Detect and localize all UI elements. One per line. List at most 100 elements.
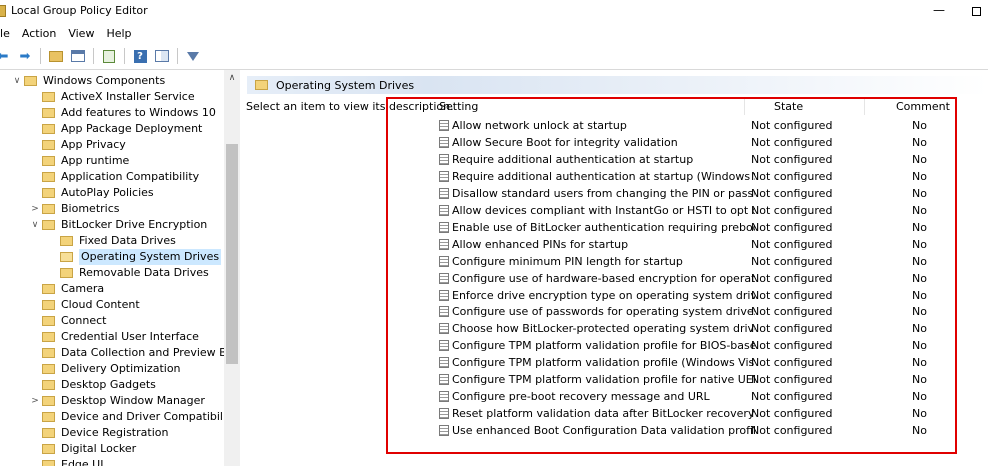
tree-item[interactable]: > Desktop Window Manager	[28, 393, 205, 409]
folder-icon	[42, 124, 55, 134]
tree-item[interactable]: Device Registration	[28, 425, 168, 441]
maximize-button[interactable]	[964, 0, 988, 22]
policy-row[interactable]: Require additional authentication at sta…	[434, 151, 988, 168]
policy-comment: No	[912, 271, 927, 285]
tree-item[interactable]: Edge UI	[28, 457, 103, 466]
tree-item[interactable]: App runtime	[28, 153, 129, 169]
folder-icon	[42, 188, 55, 198]
details-header-title: Operating System Drives	[276, 78, 415, 92]
back-arrow-icon[interactable]: ⬅	[0, 47, 12, 65]
tree-item-label: Delivery Optimization	[61, 362, 181, 375]
policy-setting-icon	[439, 120, 449, 131]
folder-icon	[60, 236, 73, 246]
policy-state: Not configured	[751, 322, 833, 336]
column-separator[interactable]	[864, 99, 865, 115]
policy-row[interactable]: Allow network unlock at startup Not confi…	[434, 117, 988, 134]
tree-item[interactable]: AutoPlay Policies	[28, 185, 154, 201]
policy-row[interactable]: Configure TPM platform validation profil…	[434, 337, 988, 354]
policy-setting-name: Configure use of hardware-based encrypti…	[452, 271, 755, 285]
tree-item[interactable]: ∨ BitLocker Drive Encryption	[28, 217, 208, 233]
tree-item[interactable]: Connect	[28, 313, 106, 329]
show-hide-tree-icon[interactable]	[69, 47, 87, 65]
tree-item[interactable]: Operating System Drives	[46, 249, 222, 265]
tree-item[interactable]: Credential User Interface	[28, 329, 199, 345]
tree-item[interactable]: Cloud Content	[28, 297, 140, 313]
policy-row[interactable]: Allow devices compliant with InstantGo o…	[434, 202, 988, 219]
column-setting[interactable]: Setting	[439, 100, 478, 113]
navigation-tree[interactable]: ∨ Windows Components ActiveX Installer Ser…	[0, 70, 240, 466]
policy-row[interactable]: Enforce drive encryption type on operati…	[434, 287, 988, 304]
tree-item-label: Cloud Content	[61, 298, 140, 311]
column-comment[interactable]: Comment	[896, 100, 950, 113]
properties-icon[interactable]	[153, 47, 171, 65]
scroll-up-button[interactable]: ∧	[224, 70, 240, 86]
tree-item[interactable]: Camera	[28, 281, 104, 297]
filter-icon[interactable]	[184, 47, 202, 65]
tree-item-label: App Privacy	[61, 138, 126, 151]
policy-setting-name: Configure pre-boot recovery message and …	[452, 390, 710, 404]
policy-row[interactable]: Use enhanced Boot Configuration Data val…	[434, 422, 988, 439]
expander-chevron-icon[interactable]: >	[28, 204, 42, 214]
tree-item[interactable]: > Biometrics	[28, 201, 119, 217]
tree-item-label: Application Compatibility	[61, 170, 200, 183]
tree-item[interactable]: Delivery Optimization	[28, 361, 181, 377]
policy-row[interactable]: Configure use of passwords for operating…	[434, 303, 988, 320]
tree-item-label: Credential User Interface	[61, 330, 199, 343]
tree-item[interactable]: ActiveX Installer Service	[28, 89, 195, 105]
tree-item[interactable]: Digital Locker	[28, 441, 136, 457]
menu-file[interactable]: ile	[0, 24, 16, 44]
policy-row[interactable]: Configure use of hardware-based encrypti…	[434, 270, 988, 287]
export-list-icon[interactable]	[100, 47, 118, 65]
tree-item[interactable]: ∨ Windows Components	[10, 73, 166, 89]
minimize-button[interactable]: —	[928, 0, 950, 22]
folder-icon	[60, 268, 73, 278]
tree-item[interactable]: Add features to Windows 10	[28, 105, 216, 121]
policy-row[interactable]: Enable use of BitLocker authentication r…	[434, 219, 988, 236]
tree-item[interactable]: App Privacy	[28, 137, 126, 153]
policy-row[interactable]: Disallow standard users from changing th…	[434, 185, 988, 202]
policy-row[interactable]: Configure minimum PIN length for startup…	[434, 253, 988, 270]
column-state[interactable]: State	[774, 100, 803, 113]
policy-comment: No	[912, 407, 927, 421]
policy-row[interactable]: Configure pre-boot recovery message and …	[434, 388, 988, 405]
policy-row[interactable]: Allow Secure Boot for integrity validati…	[434, 134, 988, 151]
tree-item[interactable]: Removable Data Drives	[46, 265, 209, 281]
policy-state: Not configured	[751, 135, 833, 149]
folder-icon	[42, 204, 55, 214]
folder-icon	[42, 172, 55, 182]
forward-arrow-icon[interactable]: ➡	[16, 47, 34, 65]
tree-item-label: Add features to Windows 10	[61, 106, 216, 119]
policy-comment: No	[912, 237, 927, 251]
policy-setting-icon	[439, 357, 449, 369]
policy-row[interactable]: Choose how BitLocker-protected operating…	[434, 320, 988, 337]
policy-row[interactable]: Require additional authentication at sta…	[434, 168, 988, 185]
policy-setting-name: Require additional authentication at sta…	[452, 152, 694, 166]
policy-comment: No	[912, 203, 927, 217]
policy-row[interactable]: Allow enhanced PINs for startup Not confi…	[434, 236, 988, 253]
up-folder-icon[interactable]	[47, 47, 65, 65]
tree-item[interactable]: Fixed Data Drives	[46, 233, 176, 249]
tree-scrollbar[interactable]: ∧	[224, 70, 240, 466]
help-icon[interactable]: ?	[131, 47, 149, 65]
menu-view[interactable]: View	[62, 24, 100, 44]
scroll-thumb[interactable]	[226, 144, 238, 364]
toolbar-separator	[40, 48, 41, 64]
expander-chevron-icon[interactable]: >	[28, 396, 42, 406]
tree-item[interactable]: App Package Deployment	[28, 121, 202, 137]
tree-item[interactable]: Desktop Gadgets	[28, 377, 156, 393]
policy-setting-icon	[439, 153, 449, 165]
policy-setting-name: Configure TPM platform validation profil…	[452, 339, 755, 353]
policy-row[interactable]: Reset platform validation data after Bit…	[434, 405, 988, 422]
expander-chevron-icon[interactable]: ∨	[10, 76, 24, 86]
column-separator[interactable]	[744, 99, 745, 115]
tree-item[interactable]: Application Compatibility	[28, 169, 199, 185]
maximize-icon	[971, 6, 981, 16]
menu-help[interactable]: Help	[100, 24, 137, 44]
tree-item[interactable]: Device and Driver Compatibility	[28, 409, 237, 425]
tree-item[interactable]: Data Collection and Preview Bui	[28, 345, 237, 361]
expander-chevron-icon[interactable]: ∨	[28, 220, 42, 230]
menu-action[interactable]: Action	[16, 24, 62, 44]
toolbar-separator	[93, 48, 94, 64]
policy-row[interactable]: Configure TPM platform validation profil…	[434, 354, 988, 371]
policy-row[interactable]: Configure TPM platform validation profil…	[434, 371, 988, 388]
